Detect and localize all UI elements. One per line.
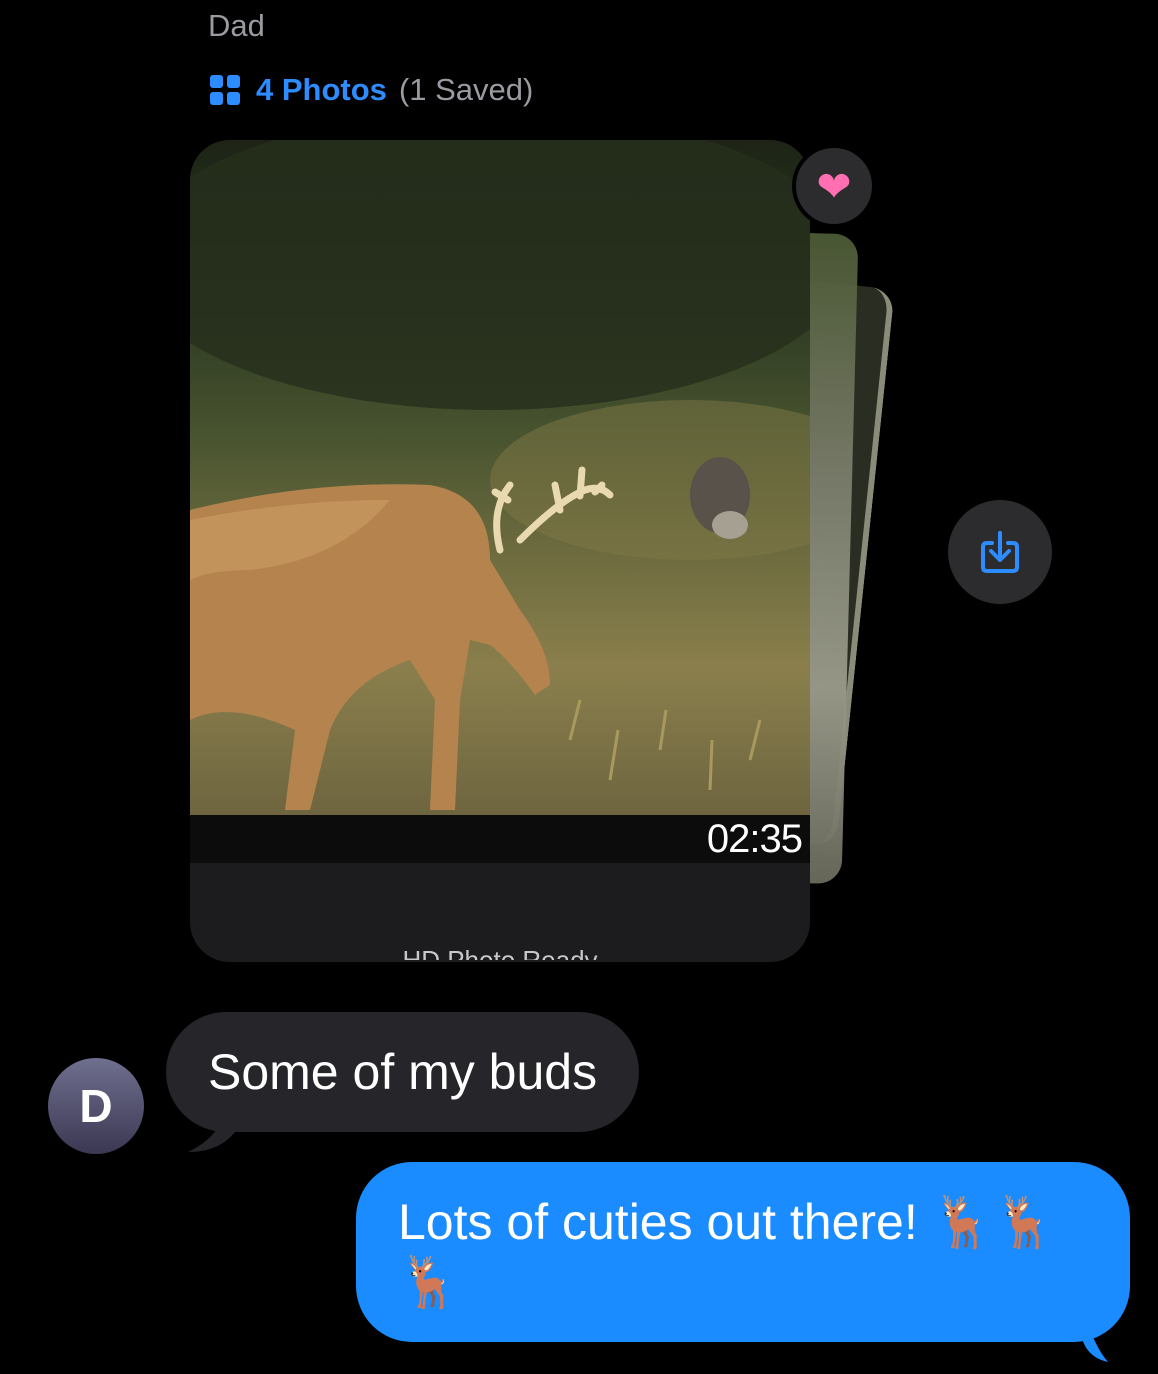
- save-photos-button[interactable]: [948, 500, 1052, 604]
- sender-name: Dad: [208, 8, 265, 43]
- incoming-bubble-tail: [188, 1108, 238, 1152]
- photos-header-link[interactable]: 4 Photos (1 Saved): [210, 72, 533, 108]
- contact-avatar[interactable]: D: [48, 1058, 144, 1154]
- outgoing-bubble-tail: [1080, 1312, 1108, 1362]
- photo-info-strip: 02:35: [190, 815, 810, 863]
- photo-timestamp: 02:35: [706, 817, 803, 861]
- heart-tapback[interactable]: ❤: [792, 144, 876, 228]
- outgoing-message-bubble[interactable]: Lots of cuties out there! 🦌🦌🦌: [356, 1162, 1130, 1342]
- heart-icon: ❤: [816, 162, 852, 210]
- trail-camera-photo: [190, 140, 810, 815]
- photos-saved-label: (1 Saved): [398, 72, 534, 107]
- photos-count-label: 4 Photos: [256, 72, 387, 107]
- photo-stack-card-front[interactable]: 02:35 HD Photo Ready: [190, 140, 810, 962]
- incoming-message-text: Some of my buds: [208, 1044, 598, 1100]
- outgoing-message-text: Lots of cuties out there! 🦌🦌🦌: [398, 1194, 1057, 1310]
- save-download-icon: [981, 531, 1019, 573]
- photo-grid-icon: [210, 75, 240, 105]
- hd-photo-status: HD Photo Ready: [190, 946, 810, 960]
